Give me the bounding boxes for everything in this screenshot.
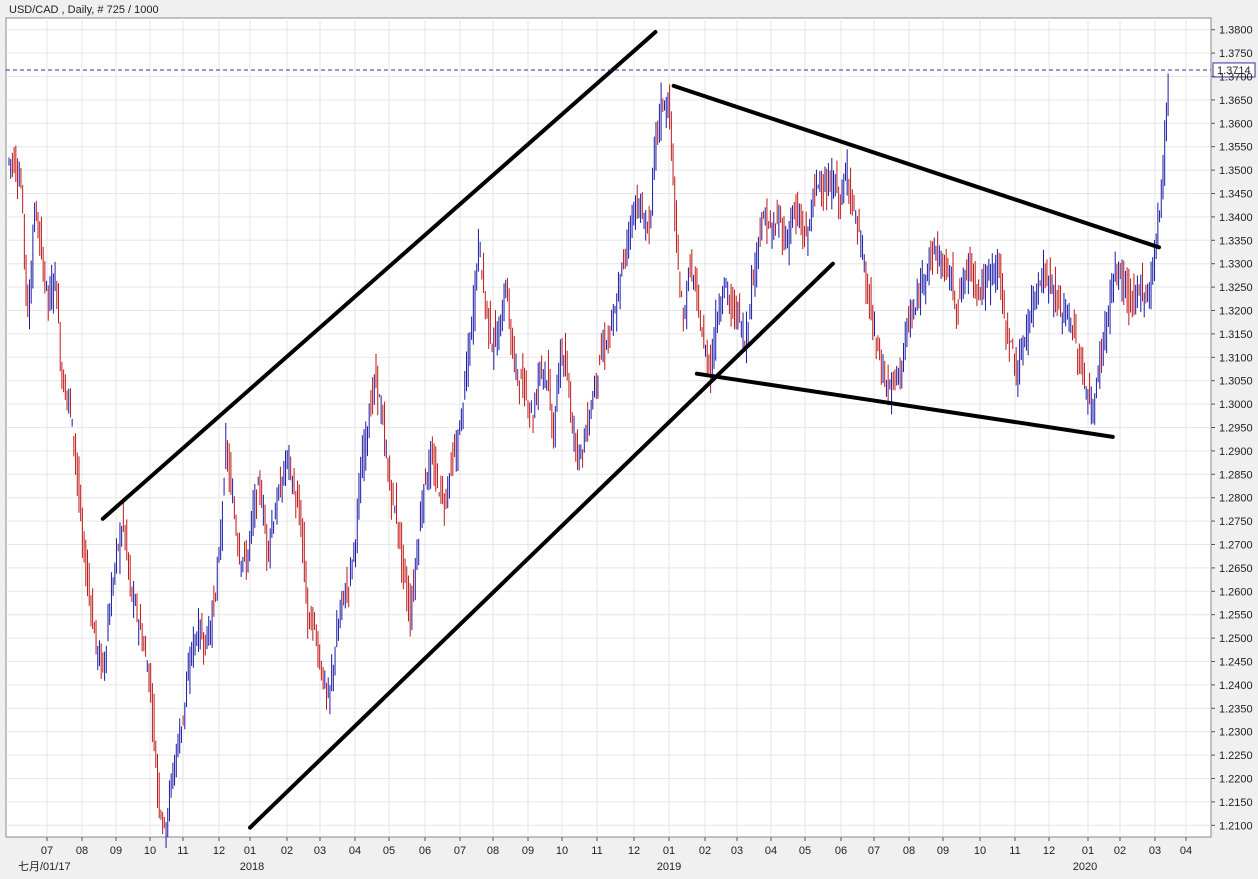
year-label: 2020 xyxy=(1073,861,1097,873)
x-start-label: 七月/01/17 xyxy=(18,860,71,873)
y-tick-label: 1.2800 xyxy=(1219,493,1253,505)
year-label: 2018 xyxy=(240,861,264,873)
x-tick-label: 01 xyxy=(663,845,675,857)
y-tick-label: 1.2400 xyxy=(1219,680,1253,692)
y-tick-label: 1.2700 xyxy=(1219,540,1253,552)
chart-title: USD/CAD , Daily, # 725 / 1000 xyxy=(9,4,159,16)
x-tick-label: 11 xyxy=(177,845,188,857)
y-tick-label: 1.3100 xyxy=(1219,352,1253,364)
x-tick-label: 07 xyxy=(868,845,880,857)
y-tick-label: 1.2300 xyxy=(1219,727,1253,739)
x-tick-label: 09 xyxy=(522,845,534,857)
y-tick-label: 1.2150 xyxy=(1219,797,1253,809)
x-tick-label: 01 xyxy=(244,845,256,857)
x-tick-label: 03 xyxy=(731,845,743,857)
x-tick-label: 10 xyxy=(144,845,156,857)
y-tick-label: 1.2750 xyxy=(1219,516,1253,528)
y-tick-label: 1.3650 xyxy=(1219,95,1253,107)
y-tick-label: 1.3750 xyxy=(1219,48,1253,60)
x-tick-label: 08 xyxy=(76,845,88,857)
x-tick-label: 12 xyxy=(1043,845,1055,857)
chart-window: 1.3714 1.2100 1.2150 1.2200 1.2250 1.2300 1.2… xyxy=(0,0,1258,879)
x-tick-label: 04 xyxy=(765,845,777,857)
x-tick-label: 03 xyxy=(1149,845,1161,857)
y-tick-label: 1.3350 xyxy=(1219,235,1253,247)
y-tick-label: 1.3450 xyxy=(1219,189,1253,201)
y-tick-label: 1.2600 xyxy=(1219,586,1253,598)
y-tick-label: 1.3600 xyxy=(1219,118,1253,130)
y-tick-label: 1.3050 xyxy=(1219,376,1253,388)
x-tick-label: 12 xyxy=(628,845,640,857)
x-tick-label: 12 xyxy=(213,845,225,857)
y-tick-label: 1.2950 xyxy=(1219,423,1253,435)
price-chart[interactable]: 1.3714 1.21001.21501.22001.22501.23001.2… xyxy=(0,0,1258,879)
y-tick-label: 1.2200 xyxy=(1219,774,1253,786)
y-tick-label: 1.3800 xyxy=(1219,25,1253,37)
y-tick-label: 1.2250 xyxy=(1219,750,1253,762)
y-tick-label: 1.3200 xyxy=(1219,306,1253,318)
y-tick-label: 1.2850 xyxy=(1219,469,1253,481)
y-tick-label: 1.2650 xyxy=(1219,563,1253,575)
y-tick-label: 1.3400 xyxy=(1219,212,1253,224)
x-tick-label: 10 xyxy=(974,845,986,857)
y-tick-label: 1.3300 xyxy=(1219,259,1253,271)
x-tick-label: 06 xyxy=(419,845,431,857)
x-tick-label: 06 xyxy=(835,845,847,857)
x-tick-label: 07 xyxy=(41,845,53,857)
y-tick-label: 1.3250 xyxy=(1219,282,1253,294)
x-tick-label: 04 xyxy=(349,845,361,857)
x-tick-label: 02 xyxy=(699,845,711,857)
y-tick-label: 1.3700 xyxy=(1219,72,1253,84)
y-tick-label: 1.2550 xyxy=(1219,610,1253,622)
x-tick-label: 03 xyxy=(314,845,326,857)
x-tick-label: 10 xyxy=(556,845,568,857)
y-tick-label: 1.2350 xyxy=(1219,703,1253,715)
y-tick-label: 1.2450 xyxy=(1219,657,1253,669)
y-tick-label: 1.3000 xyxy=(1219,399,1253,411)
x-tick-label: 07 xyxy=(454,845,466,857)
y-tick-label: 1.2900 xyxy=(1219,446,1253,458)
x-tick-label: 01 xyxy=(1082,845,1094,857)
x-tick-label: 08 xyxy=(903,845,915,857)
x-tick-label: 04 xyxy=(1180,845,1192,857)
x-tick-label: 02 xyxy=(281,845,293,857)
x-tick-label: 05 xyxy=(799,845,811,857)
x-tick-label: 09 xyxy=(110,845,122,857)
y-tick-label: 1.3150 xyxy=(1219,329,1253,341)
x-tick-label: 09 xyxy=(937,845,949,857)
x-tick-label: 11 xyxy=(591,845,602,857)
y-tick-label: 1.2500 xyxy=(1219,633,1253,645)
x-tick-label: 05 xyxy=(383,845,395,857)
x-tick-label: 08 xyxy=(487,845,499,857)
year-label: 2019 xyxy=(657,861,681,873)
y-tick-label: 1.2100 xyxy=(1219,820,1253,832)
y-tick-label: 1.3550 xyxy=(1219,142,1253,154)
y-tick-label: 1.3500 xyxy=(1219,165,1253,177)
x-tick-label: 02 xyxy=(1114,845,1126,857)
x-tick-label: 11 xyxy=(1009,845,1020,857)
